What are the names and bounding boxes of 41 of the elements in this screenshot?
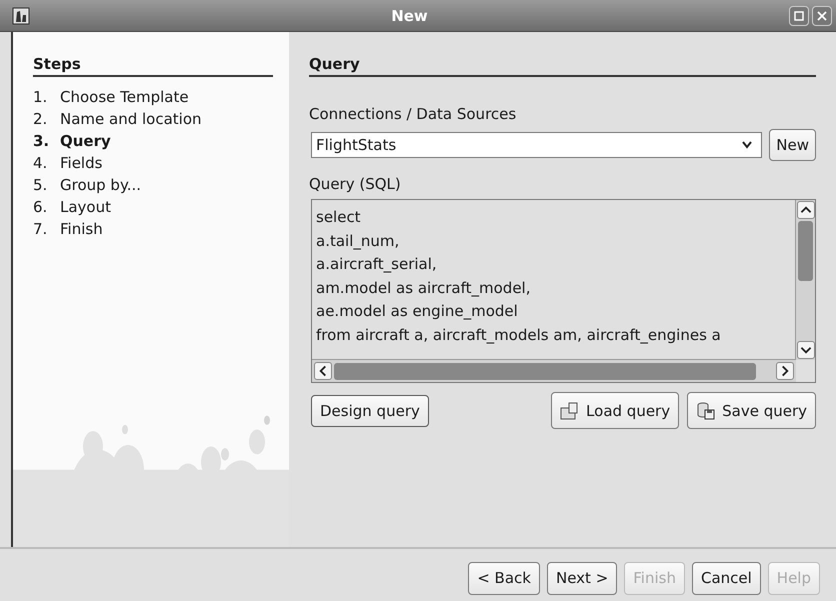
database-save-icon xyxy=(696,402,716,420)
steps-heading: Steps xyxy=(33,32,273,77)
folder-icon xyxy=(560,402,580,420)
code-line: from aircraft a, aircraft_models am, aircraft_engines a xyxy=(316,324,722,346)
connection-dropdown[interactable]: FlightStats xyxy=(311,132,762,158)
page-heading: Query xyxy=(309,32,816,77)
code-line: am.model as aircraft_model, xyxy=(316,278,532,298)
step-item: 2. Name and location xyxy=(33,109,203,130)
app-icon xyxy=(12,6,30,24)
scroll-up-button[interactable] xyxy=(796,201,814,219)
maximize-button[interactable] xyxy=(789,6,809,26)
step-item: 7. Finish xyxy=(33,219,104,240)
code-line: a.aircraft_serial, xyxy=(316,254,438,275)
window-title: New xyxy=(390,6,429,24)
code-line: ae.model as engine_model xyxy=(316,301,519,322)
close-icon xyxy=(816,10,828,22)
code-line: select xyxy=(316,207,362,228)
wizard-button[interactable]: Cancel xyxy=(692,562,761,594)
horizontal-scrollbar[interactable] xyxy=(312,360,796,382)
connections-label: Connections / Data Sources xyxy=(309,105,518,123)
design-query-button[interactable]: Design query xyxy=(311,395,429,427)
scroll-down-button[interactable] xyxy=(796,341,814,359)
step-item: 6. Layout xyxy=(33,197,112,218)
step-item: 3. Query xyxy=(33,131,112,152)
step-item: 1. Choose Template xyxy=(33,87,190,108)
maximize-icon xyxy=(793,10,805,22)
wizard-button[interactable]: Next > xyxy=(546,562,618,594)
query-label: Query (SQL) xyxy=(309,175,402,193)
code-line: a.tail_num, xyxy=(316,230,400,252)
step-item: 4. Fields xyxy=(33,153,104,174)
query-editor[interactable]: select a.tail_num, a.aircraft_serial, am.model as aircraft_model, ae.model as engine_model from aircraft a, aircraft_models am, aircraft_engines a xyxy=(311,199,816,383)
caret-icon xyxy=(741,140,754,150)
scroll-right-button[interactable] xyxy=(776,362,794,380)
close-button[interactable] xyxy=(812,6,832,26)
new-button[interactable]: New xyxy=(769,129,816,161)
vertical-scrollbar[interactable] xyxy=(796,200,815,360)
step-item: 5. Group by... xyxy=(33,175,142,196)
scroll-left-button[interactable] xyxy=(314,362,332,380)
save-query-button[interactable]: Save query xyxy=(687,392,816,429)
wizard-button[interactable]: < Back xyxy=(468,562,540,594)
load-query-button[interactable]: Load query xyxy=(551,392,680,429)
